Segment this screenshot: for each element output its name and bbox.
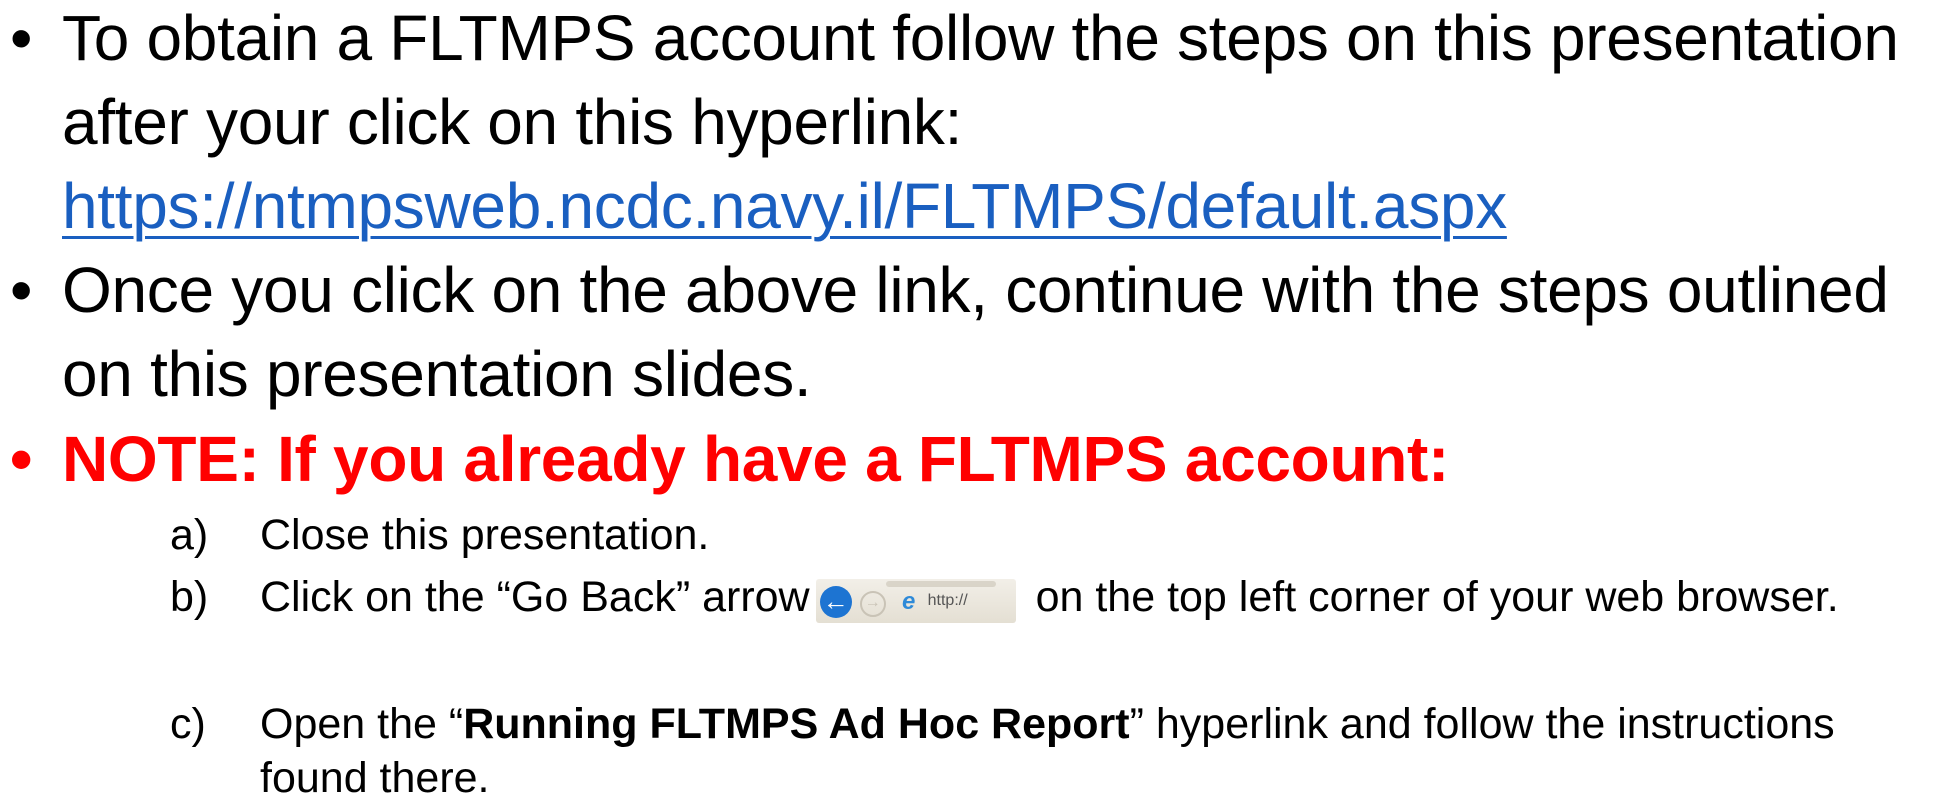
bullet-obtain-account: • To obtain a FLTMPS account follow the … (10, 0, 1950, 248)
step-c-pre: Open the “ (260, 700, 464, 748)
step-text: Close this presentation. (260, 511, 710, 559)
report-name: Running FLTMPS Ad Hoc Report (463, 700, 1130, 748)
note-text: NOTE: If you already have a FLTMPS accou… (62, 423, 1450, 495)
bullet-continue-steps: • Once you click on the above link, cont… (10, 248, 1950, 416)
bullet-text: Once you click on the above link, contin… (62, 254, 1889, 410)
bullet-dot: • (10, 2, 33, 74)
fltmps-hyperlink[interactable]: https://ntmpsweb.ncdc.navy.il/FLTMPS/def… (62, 170, 1507, 242)
bullet-note: • NOTE: If you already have a FLTMPS acc… (10, 417, 1950, 501)
step-b-before: Click on the “Go Back” arrow (260, 573, 810, 621)
step-text: Click on the “Go Back” arrow ← → e http:// o… (260, 570, 1950, 624)
ie-browser-icon: e (901, 588, 916, 615)
step-b-after: on the top left corner of your web brows… (1023, 573, 1839, 621)
bullet-line-2: after your click on this hyperlink: (62, 86, 963, 158)
url-hint: http:// (927, 592, 968, 609)
step-text: Open the “Running FLTMPS Ad Hoc Report” … (260, 697, 1950, 804)
bullet-line-1: To obtain a FLTMPS account follow the st… (62, 2, 1899, 74)
browser-toolbar-image: ← → e http:// (815, 579, 1016, 623)
bullet-dot: • (10, 254, 33, 326)
step-letter: a) (170, 511, 209, 559)
step-b: b) Click on the “Go Back” arrow ← → e http:/… (170, 570, 1950, 624)
step-letter: c) (170, 700, 206, 748)
back-arrow-icon: ← (819, 586, 852, 618)
step-letter: b) (170, 573, 209, 621)
bullet-text: To obtain a FLTMPS account follow the st… (62, 0, 1950, 248)
slide: • To obtain a FLTMPS account follow the … (0, 0, 1959, 804)
forward-arrow-icon: → (859, 591, 886, 617)
step-c: c) Open the “Running FLTMPS Ad Hoc Repor… (170, 697, 1950, 804)
step-a: a) Close this presentation. (170, 508, 1950, 562)
bullet-dot: • (10, 423, 33, 495)
blurred-title (885, 581, 996, 587)
